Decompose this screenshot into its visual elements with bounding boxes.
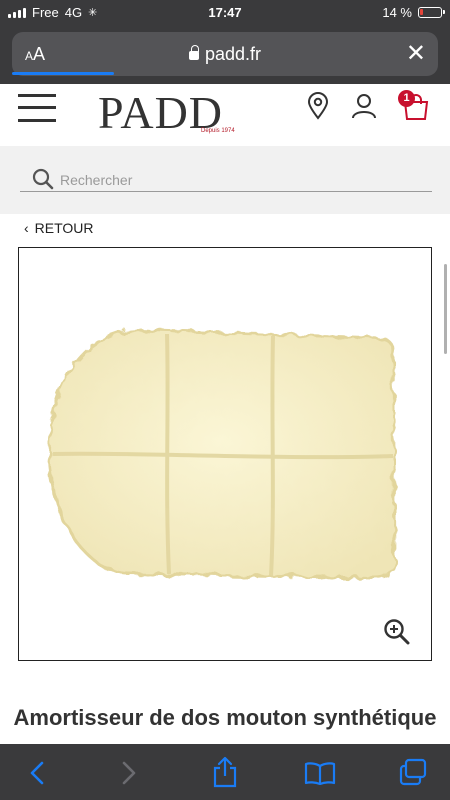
- back-label: RETOUR: [34, 220, 94, 236]
- cart-count-badge: 1: [398, 90, 415, 107]
- search-input[interactable]: [60, 172, 420, 188]
- site-header: PADD Depuis 1974 1: [0, 84, 450, 146]
- zoom-in-icon[interactable]: [383, 618, 411, 646]
- battery-percent: 14 %: [382, 5, 412, 20]
- search-field[interactable]: [20, 166, 432, 192]
- product-image-frame[interactable]: [18, 247, 432, 661]
- url-text: padd.fr: [204, 44, 262, 64]
- forward-icon[interactable]: [120, 760, 138, 786]
- share-icon[interactable]: [211, 756, 239, 788]
- page-load-progress: [12, 72, 115, 75]
- web-page: PADD Depuis 1974 1 ‹ RETOUR: [0, 84, 450, 744]
- browser-toolbar: [0, 744, 450, 800]
- back-icon[interactable]: [28, 760, 46, 786]
- chevron-left-icon: ‹: [24, 220, 29, 236]
- user-icon[interactable]: [350, 92, 378, 120]
- status-bar: Free 4G ✳ 17:47 14 %: [0, 0, 450, 26]
- menu-icon[interactable]: [18, 92, 56, 122]
- location-pin-icon[interactable]: [306, 92, 330, 120]
- lock-icon: [188, 44, 199, 60]
- url-display[interactable]: padd.fr: [12, 44, 438, 65]
- browser-address-area: AA padd.fr ✕: [0, 26, 450, 84]
- product-title: Amortisseur de dos mouton synthétique: [13, 705, 437, 730]
- logo-tagline: Depuis 1974: [201, 128, 235, 134]
- bookmarks-icon[interactable]: [304, 761, 336, 785]
- product-image[interactable]: [19, 248, 431, 660]
- address-bar[interactable]: AA padd.fr ✕: [12, 32, 438, 76]
- search-icon[interactable]: [32, 168, 54, 190]
- scrollbar[interactable]: [444, 264, 447, 354]
- search-section: [0, 146, 450, 214]
- tabs-icon[interactable]: [398, 758, 428, 786]
- back-link[interactable]: ‹ RETOUR: [24, 220, 94, 236]
- battery-icon: [418, 7, 445, 18]
- close-icon[interactable]: ✕: [406, 39, 426, 68]
